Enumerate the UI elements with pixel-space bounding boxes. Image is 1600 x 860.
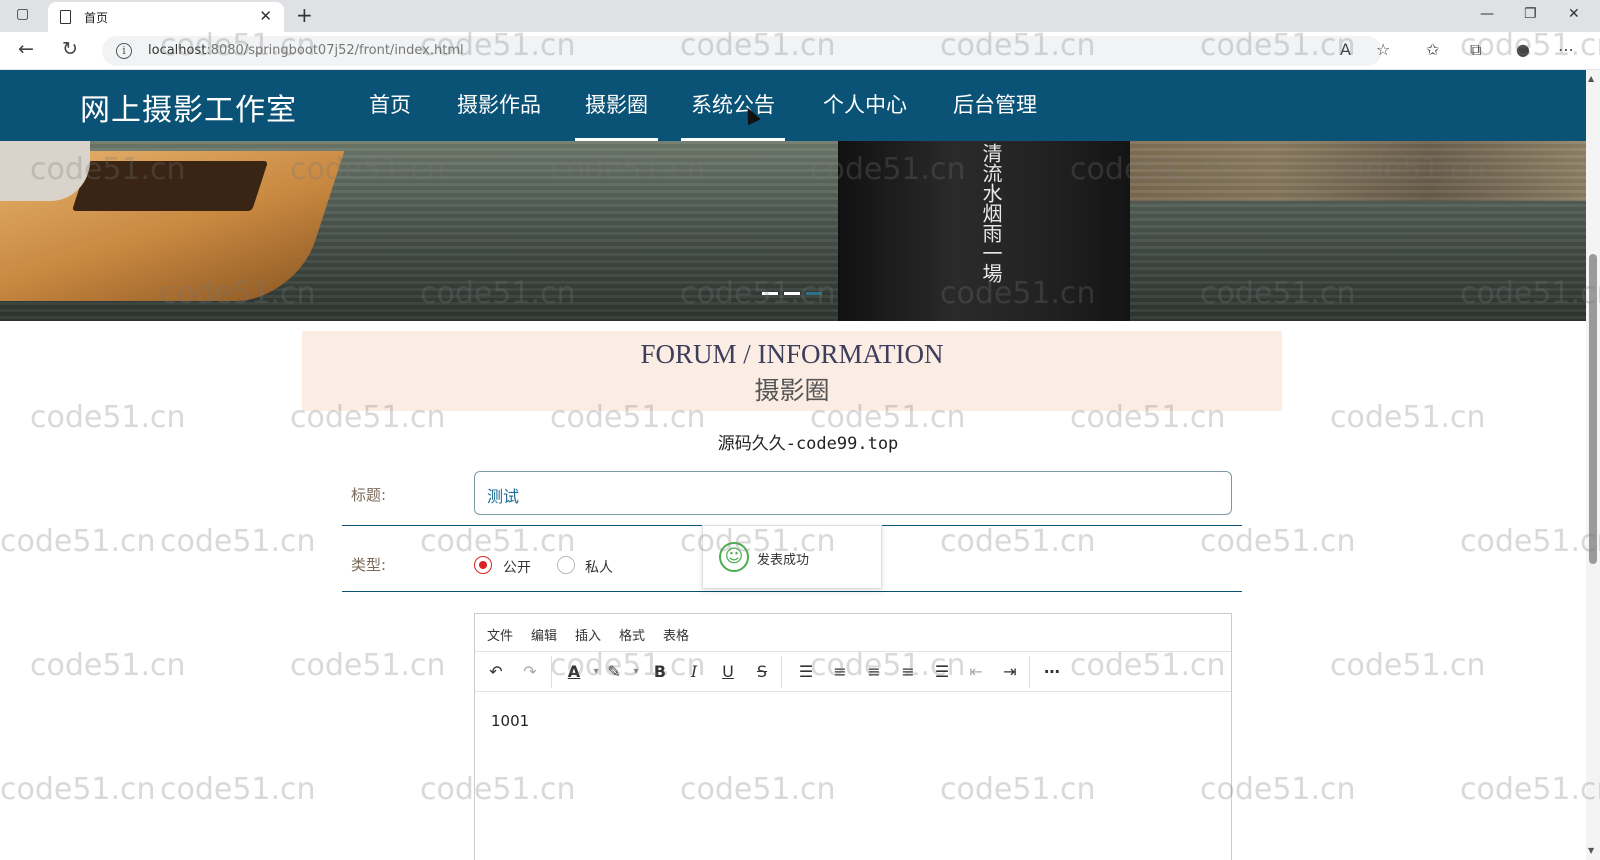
- justify-icon[interactable]: ☰: [929, 660, 955, 684]
- title-label: 标题:: [351, 486, 387, 504]
- back-icon[interactable]: ←: [18, 38, 34, 60]
- watermark-text: code51.cn: [160, 524, 316, 559]
- watermark-text: code51.cn: [0, 524, 156, 559]
- close-window-icon[interactable]: ✕: [1568, 6, 1580, 22]
- watermark-text: code51.cn: [0, 772, 156, 807]
- nav-works[interactable]: 摄影作品: [457, 89, 541, 141]
- browser-tab[interactable]: 首页 ✕: [48, 2, 284, 32]
- browser-tab-bar: ▢ 首页 ✕ + — ❐ ✕: [0, 0, 1600, 32]
- undo-icon[interactable]: ↶: [483, 660, 509, 684]
- close-tab-icon[interactable]: ✕: [259, 7, 272, 25]
- align-left-icon[interactable]: ≡: [827, 660, 853, 684]
- indent-icon[interactable]: ⇥: [997, 660, 1023, 684]
- align-right-icon[interactable]: ≡: [895, 660, 921, 684]
- read-aloud-icon[interactable]: A: [1340, 40, 1351, 59]
- nav-personal-center[interactable]: 个人中心: [823, 89, 907, 141]
- highlight-dropdown-icon[interactable]: ▾: [623, 660, 649, 684]
- site-brand[interactable]: 网上摄影工作室: [80, 85, 297, 129]
- section-title-cn: 摄影圈: [754, 376, 830, 405]
- section-header: FORUM / INFORMATION 摄影圈: [302, 331, 1282, 411]
- menu-insert[interactable]: 插入: [575, 625, 601, 644]
- sidebar-toggle-icon[interactable]: ▢: [16, 6, 29, 22]
- page-scrollbar[interactable]: ▲ ▼: [1586, 70, 1600, 860]
- watermark-text: code51.cn: [940, 524, 1096, 559]
- strikethrough-icon[interactable]: S: [749, 660, 775, 684]
- scroll-up-icon[interactable]: ▲: [1588, 74, 1594, 83]
- toolbar-separator: [551, 656, 552, 688]
- nav-home[interactable]: 首页: [369, 89, 411, 141]
- align-center-icon[interactable]: ≡: [861, 660, 887, 684]
- more-tools-icon[interactable]: ⋯: [1039, 660, 1065, 684]
- editor-content[interactable]: 1001: [491, 712, 529, 730]
- redo-icon[interactable]: ↷: [517, 660, 543, 684]
- tab-title: 首页: [84, 11, 109, 25]
- carousel-dot-1[interactable]: [762, 292, 778, 295]
- toolbar-separator: [1029, 656, 1030, 688]
- nav-photo-circle[interactable]: 摄影圈: [575, 89, 658, 141]
- section-title-en: FORUM / INFORMATION: [640, 339, 944, 369]
- radio-public-label[interactable]: 公开: [503, 557, 531, 577]
- success-toast: ☺ 发表成功: [702, 525, 882, 589]
- watermark-text: code51.cn: [1460, 772, 1600, 807]
- toolbar-separator: [781, 656, 782, 688]
- new-tab-icon[interactable]: +: [296, 3, 313, 27]
- italic-icon[interactable]: I: [681, 660, 707, 684]
- bold-icon[interactable]: B: [647, 660, 673, 684]
- outdent-icon[interactable]: ⇤: [963, 660, 989, 684]
- scroll-thumb[interactable]: [1589, 254, 1597, 564]
- type-label: 类型:: [351, 556, 387, 574]
- menu-table[interactable]: 表格: [663, 625, 689, 644]
- title-input[interactable]: 测试: [474, 471, 1232, 515]
- rich-text-editor: 文件 编辑 插入 格式 表格 ↶ ↷ A ▾ ✎ ▾ B I U S ☰ ≡ ≡…: [474, 613, 1232, 860]
- collections-icon[interactable]: ⧉: [1470, 40, 1481, 60]
- radio-private[interactable]: [557, 556, 575, 574]
- watermark-text: code51.cn: [1200, 524, 1356, 559]
- scroll-down-icon[interactable]: ▼: [1588, 846, 1594, 855]
- banner-boat-hull: [71, 161, 269, 211]
- page-icon: [60, 10, 71, 24]
- banner-poem-text: 清流水烟雨一場: [979, 143, 1003, 283]
- radio-private-label[interactable]: 私人: [585, 557, 613, 577]
- row-divider: [342, 591, 1242, 592]
- nav-announcements[interactable]: 系统公告: [681, 89, 785, 141]
- source-note: 源码久久-code99.top: [717, 434, 899, 454]
- smile-icon: ☺: [719, 542, 749, 572]
- url-field[interactable]: i localhost:8080/springboot07j52/front/i…: [102, 36, 1382, 66]
- watermark-text: code51.cn: [160, 772, 316, 807]
- favorites-icon[interactable]: ✩: [1426, 40, 1439, 59]
- editor-toolbar: ↶ ↷ A ▾ ✎ ▾ B I U S ☰ ≡ ≡ ≡ ☰ ⇤ ⇥ ⋯: [475, 652, 1231, 692]
- minimize-icon[interactable]: —: [1480, 6, 1494, 22]
- menu-file[interactable]: 文件: [487, 625, 513, 644]
- editor-menubar: 文件 编辑 插入 格式 表格: [475, 614, 1231, 652]
- watermark-text: code51.cn: [1460, 524, 1600, 559]
- line-height-icon[interactable]: ☰: [793, 660, 819, 684]
- site-header: 网上摄影工作室 首页 摄影作品 摄影圈 系统公告 个人中心 后台管理: [0, 70, 1586, 141]
- menu-edit[interactable]: 编辑: [531, 625, 557, 644]
- carousel-dot-3[interactable]: [806, 292, 822, 295]
- watermark-text: code51.cn: [30, 648, 186, 683]
- radio-public[interactable]: [474, 556, 492, 574]
- watermark-text: code51.cn: [1330, 648, 1486, 683]
- restore-icon[interactable]: ❐: [1524, 6, 1537, 22]
- more-icon[interactable]: ⋯: [1558, 40, 1574, 59]
- nav-admin[interactable]: 后台管理: [953, 89, 1037, 141]
- profile-icon[interactable]: ●: [1516, 40, 1530, 59]
- site-info-icon[interactable]: i: [116, 43, 132, 59]
- add-favorite-icon[interactable]: ☆: [1376, 40, 1390, 59]
- underline-icon[interactable]: U: [715, 660, 741, 684]
- watermark-text: code51.cn: [420, 524, 576, 559]
- menu-format[interactable]: 格式: [619, 625, 645, 644]
- reload-icon[interactable]: ↻: [62, 38, 78, 60]
- carousel-dot-2[interactable]: [784, 292, 800, 295]
- toast-message: 发表成功: [757, 553, 810, 568]
- url-text: localhost:8080/springboot07j52/front/ind…: [148, 43, 464, 58]
- watermark-text: code51.cn: [290, 648, 446, 683]
